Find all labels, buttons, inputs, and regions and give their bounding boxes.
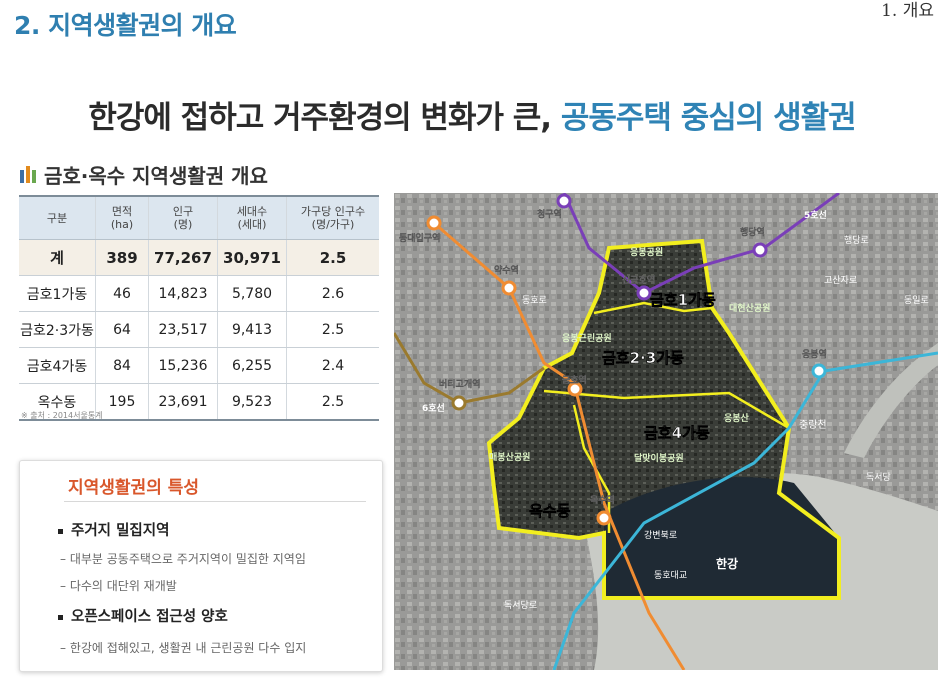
table-row: 금호4가동 84 15,236 6,255 2.4 [19,347,379,384]
park-label: 매봉산공원 [489,451,530,463]
park-label: 응봉공원 [630,246,663,258]
table-cell: 23,691 [148,383,218,421]
headline-part1: 한강에 접하고 거주환경의 변화가 큰, [88,100,561,136]
characteristics-title: 지역생활권의 특성 [68,478,200,498]
station-dongdae-icon [426,215,442,231]
table-cell: 389 [95,239,149,276]
road-label: 강변북로 [644,530,677,541]
table-cell: 46 [95,275,149,312]
characteristics-box: 지역생활권의 특성 주거지 밀집지역 – 대부분 공동주택으로 주거지역이 밀집… [19,460,383,672]
table-cell: 84 [95,347,149,384]
table-cell: 14,823 [148,275,218,312]
station-label: 금호역 [562,374,587,386]
station-yaksu-icon [501,280,517,296]
road-label: 동호로 [522,295,547,306]
table-cell: 금호4가동 [19,347,96,384]
dong-label: 금호4가동 [644,424,710,442]
park-label: 대현산공원 [729,302,770,314]
source-note: ※ 출처 : 2014서울통계 [21,411,103,420]
station-label: 버티고개역 [439,378,480,390]
table-cell: 9,413 [217,311,287,348]
station-singeumho-icon [636,285,652,301]
station-beotigogae-icon [451,395,467,411]
station-cheonggu-icon [556,193,572,209]
col-header: 면적 (ha) [95,195,149,240]
table-cell: 계 [19,239,96,276]
dong-label: 옥수동 [529,502,571,520]
table-cell: 9,523 [217,383,287,421]
station-label: 옥수역 [590,494,615,506]
station-label: 응봉역 [802,348,827,360]
park-label: 응봉산 [724,412,750,424]
park-label: 응봉근린공원 [562,332,612,344]
col-header: 세대수 (세대) [217,195,287,240]
table-title-text: 금호·옥수 지역생활권 개요 [44,164,268,188]
table-cell: 금호2·3가동 [19,311,96,348]
table-title: 금호·옥수 지역생활권 개요 [20,160,268,189]
sub-item: – 다수의 대단위 재개발 [60,579,177,593]
station-eungbong-icon [811,363,827,379]
station-label: 동대입구역 [399,232,440,244]
map-svg: 청구역 행당역 동대입구역 약수역 신금호역 버티고개역 응봉역 금호역 옥수역… [394,193,938,670]
line-label: 6호선 [422,402,445,414]
station-label: 약수역 [494,264,519,276]
road-label: 독서당 [866,472,891,483]
table-row: 금호2·3가동 64 23,517 9,413 2.5 [19,311,379,348]
station-haengdang-icon [752,242,768,258]
sub-item: – 한강에 접해있고, 생활권 내 근린공원 다수 입지 [60,641,307,655]
station-label: 신금호역 [622,274,655,286]
station-oksu-icon [596,510,612,526]
table-cell: 5,780 [217,275,287,312]
headline-highlight: 공동주택 중심의 생활권 [560,100,857,136]
table-cell: 금호1가동 [19,275,96,312]
table-cell: 30,971 [217,239,287,276]
table-cell: 23,517 [148,311,218,348]
area-map: 청구역 행당역 동대입구역 약수역 신금호역 버티고개역 응봉역 금호역 옥수역… [394,193,938,670]
table-cell: 64 [95,311,149,348]
bullet-item: 오픈스페이스 접근성 양호 [58,605,228,626]
table-cell: 15,236 [148,347,218,384]
col-header: 인구 (명) [148,195,218,240]
station-label: 청구역 [537,208,562,220]
col-header: 구분 [19,195,96,240]
chapter-label: 1. 개요 [881,1,934,21]
road-label: 고산자로 [824,275,857,286]
table-cell: 2.4 [286,347,379,384]
col-header: 가구당 인구수 (명/가구) [286,195,379,240]
bullet-square-icon [58,528,63,534]
table-row-total: 계 389 77,267 30,971 2.5 [19,239,379,276]
stream-label: 중랑천 [799,419,827,431]
table-cell: 6,255 [217,347,287,384]
table-cell: 2.6 [286,275,379,312]
bullet-text: 주거지 밀집지역 [71,523,170,539]
dong-label: 금호1가동 [650,291,716,309]
table-cell: 2.5 [286,311,379,348]
table-row: 금호1가동 46 14,823 5,780 2.6 [19,275,379,312]
stats-table: 구분 면적 (ha) 인구 (명) 세대수 (세대) 가구당 인구수 (명/가구… [19,195,379,421]
headline: 한강에 접하고 거주환경의 변화가 큰, 공동주택 중심의 생활권 [0,92,944,137]
table-cell: 2.5 [286,383,379,421]
table-header-row: 구분 면적 (ha) 인구 (명) 세대수 (세대) 가구당 인구수 (명/가구… [19,195,379,240]
road-label: 동호대교 [654,570,687,581]
road-label: 행당로 [844,234,869,246]
road-label: 독서당로 [504,600,537,611]
road-label: 동일로 [904,295,929,306]
section-title: 2. 지역생활권의 개요 [14,11,237,40]
divider [64,501,366,502]
bar-chart-icon [20,166,36,183]
bullet-text: 오픈스페이스 접근성 양호 [71,609,228,625]
table-cell: 2.5 [286,239,379,276]
river-label: 한강 [716,556,738,571]
dong-label: 금호2·3가동 [602,349,684,367]
table-cell: 77,267 [148,239,218,276]
sub-item: – 대부분 공동주택으로 주거지역이 밀집한 지역임 [60,552,306,566]
bullet-item: 주거지 밀집지역 [58,519,169,540]
table-cell: 195 [95,383,149,421]
line-label: 5호선 [804,209,827,221]
station-label: 행당역 [740,226,765,238]
park-label: 달맞이봉공원 [634,452,684,464]
bullet-square-icon [58,614,63,620]
